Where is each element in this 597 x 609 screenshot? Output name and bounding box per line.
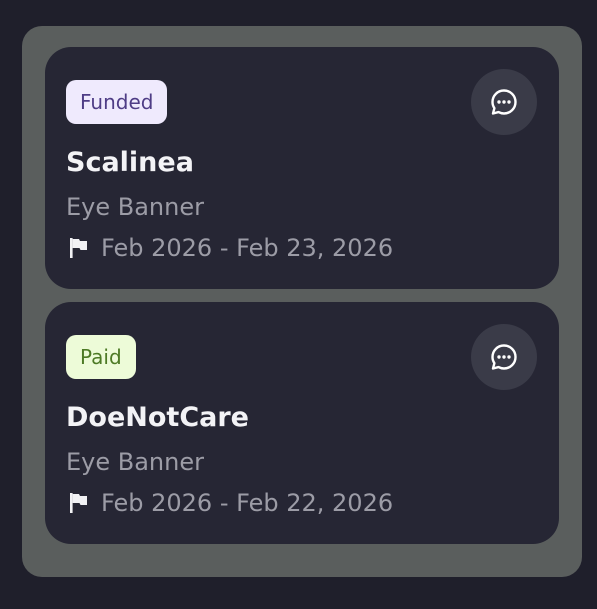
campaign-subtitle: Eye Banner [66,193,204,221]
flag-icon [70,238,87,258]
status-badge: Funded [66,80,168,124]
chat-bubble-icon [491,89,517,115]
flag-icon [70,493,87,513]
campaign-list-panel: Funded Scalinea Eye Banner Feb 2026 - Fe… [22,26,582,577]
campaign-title: DoeNotCare [66,402,249,433]
campaign-card[interactable]: Funded Scalinea Eye Banner Feb 2026 - Fe… [45,47,559,289]
campaign-title: Scalinea [66,147,194,178]
chat-button[interactable] [471,324,537,390]
chat-bubble-icon [491,344,517,370]
campaign-subtitle: Eye Banner [66,448,204,476]
campaign-card[interactable]: Paid DoeNotCare Eye Banner Feb 2026 - Fe… [45,302,559,544]
chat-button[interactable] [471,69,537,135]
date-range-row: Feb 2026 - Feb 22, 2026 [69,489,393,517]
date-range-row: Feb 2026 - Feb 23, 2026 [69,234,393,262]
status-badge: Paid [66,335,136,379]
date-range: Feb 2026 - Feb 22, 2026 [101,489,394,517]
date-range: Feb 2026 - Feb 23, 2026 [101,234,394,262]
